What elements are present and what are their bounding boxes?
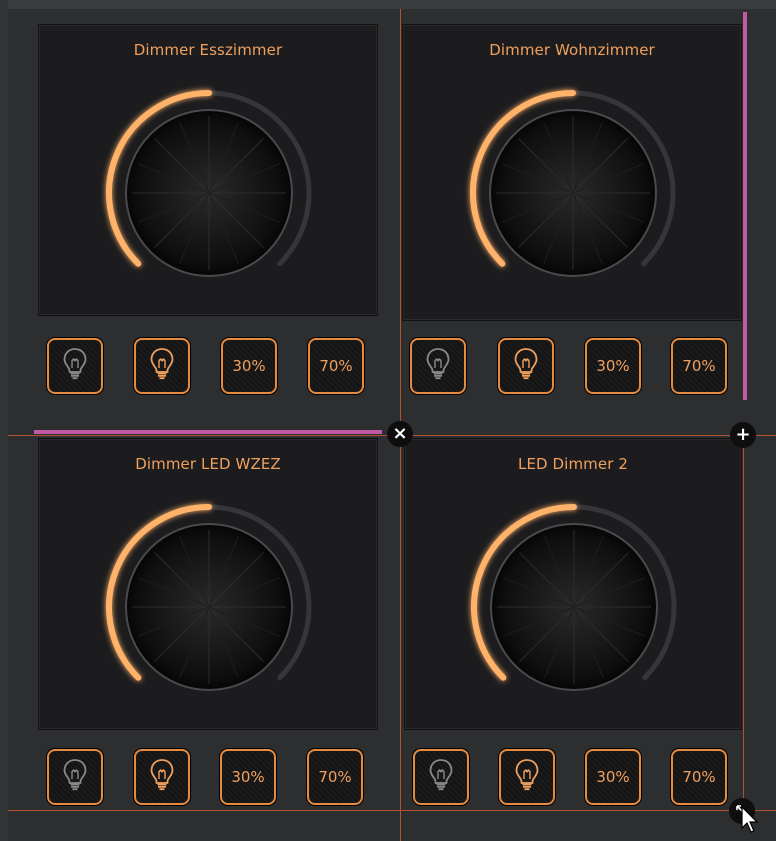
preset-30-label: 30%: [232, 357, 266, 375]
bulb-on-icon: [514, 758, 540, 796]
preset-30-label: 30%: [596, 768, 630, 786]
dimmer-panel: Dimmer LED WZEZ: [38, 438, 378, 730]
selection-edge-top[interactable]: [34, 430, 382, 434]
bulb-on-icon: [513, 347, 539, 385]
bulb-on-icon: [149, 347, 175, 385]
light-off-button[interactable]: [410, 338, 466, 394]
light-off-button[interactable]: [413, 749, 469, 805]
preset-30-button[interactable]: 30%: [221, 338, 277, 394]
bulb-off-icon: [425, 347, 451, 385]
light-off-button[interactable]: [47, 749, 103, 805]
preset-70-label: 70%: [682, 768, 716, 786]
light-on-button[interactable]: [134, 338, 190, 394]
add-tile-button[interactable]: +: [730, 422, 756, 448]
grid-line-vertical-right: [743, 436, 744, 811]
bulb-on-icon: [149, 758, 175, 796]
preset-30-label: 30%: [231, 768, 265, 786]
dimmer-knob[interactable]: [39, 439, 377, 729]
preset-70-button[interactable]: 70%: [671, 749, 727, 805]
dashboard-canvas: Dimmer Esszimmer 30% 70% Dimmer Wohnzimm…: [0, 0, 776, 841]
close-icon: ×: [392, 423, 408, 444]
dimmer-panel: LED Dimmer 2: [404, 438, 742, 730]
dimmer-panel: Dimmer Esszimmer: [38, 24, 378, 316]
bulb-off-icon: [62, 347, 88, 385]
dimmer-knob[interactable]: [39, 25, 377, 315]
dimmer-panel: Dimmer Wohnzimmer: [402, 24, 742, 321]
light-on-button[interactable]: [134, 749, 190, 805]
dimmer-knob[interactable]: [403, 25, 741, 320]
light-on-button[interactable]: [498, 338, 554, 394]
preset-70-button[interactable]: 70%: [308, 338, 364, 394]
preset-30-button[interactable]: 30%: [585, 338, 641, 394]
light-off-button[interactable]: [47, 338, 103, 394]
mouse-cursor-icon: [741, 806, 759, 833]
preset-30-button[interactable]: 30%: [220, 749, 276, 805]
light-on-button[interactable]: [499, 749, 555, 805]
preset-70-button[interactable]: 70%: [307, 749, 363, 805]
grid-line-bottom: [8, 810, 776, 811]
remove-tile-button[interactable]: ×: [387, 421, 413, 447]
preset-70-label: 70%: [682, 357, 716, 375]
bulb-off-icon: [62, 758, 88, 796]
selection-edge-right[interactable]: [743, 12, 747, 400]
preset-30-button[interactable]: 30%: [585, 749, 641, 805]
top-border: [0, 0, 776, 9]
left-border: [0, 0, 8, 841]
bulb-off-icon: [428, 758, 454, 796]
preset-70-label: 70%: [318, 768, 352, 786]
preset-70-label: 70%: [319, 357, 353, 375]
plus-icon: +: [735, 424, 751, 445]
preset-30-label: 30%: [596, 357, 630, 375]
dimmer-knob[interactable]: [405, 439, 741, 729]
preset-70-button[interactable]: 70%: [671, 338, 727, 394]
